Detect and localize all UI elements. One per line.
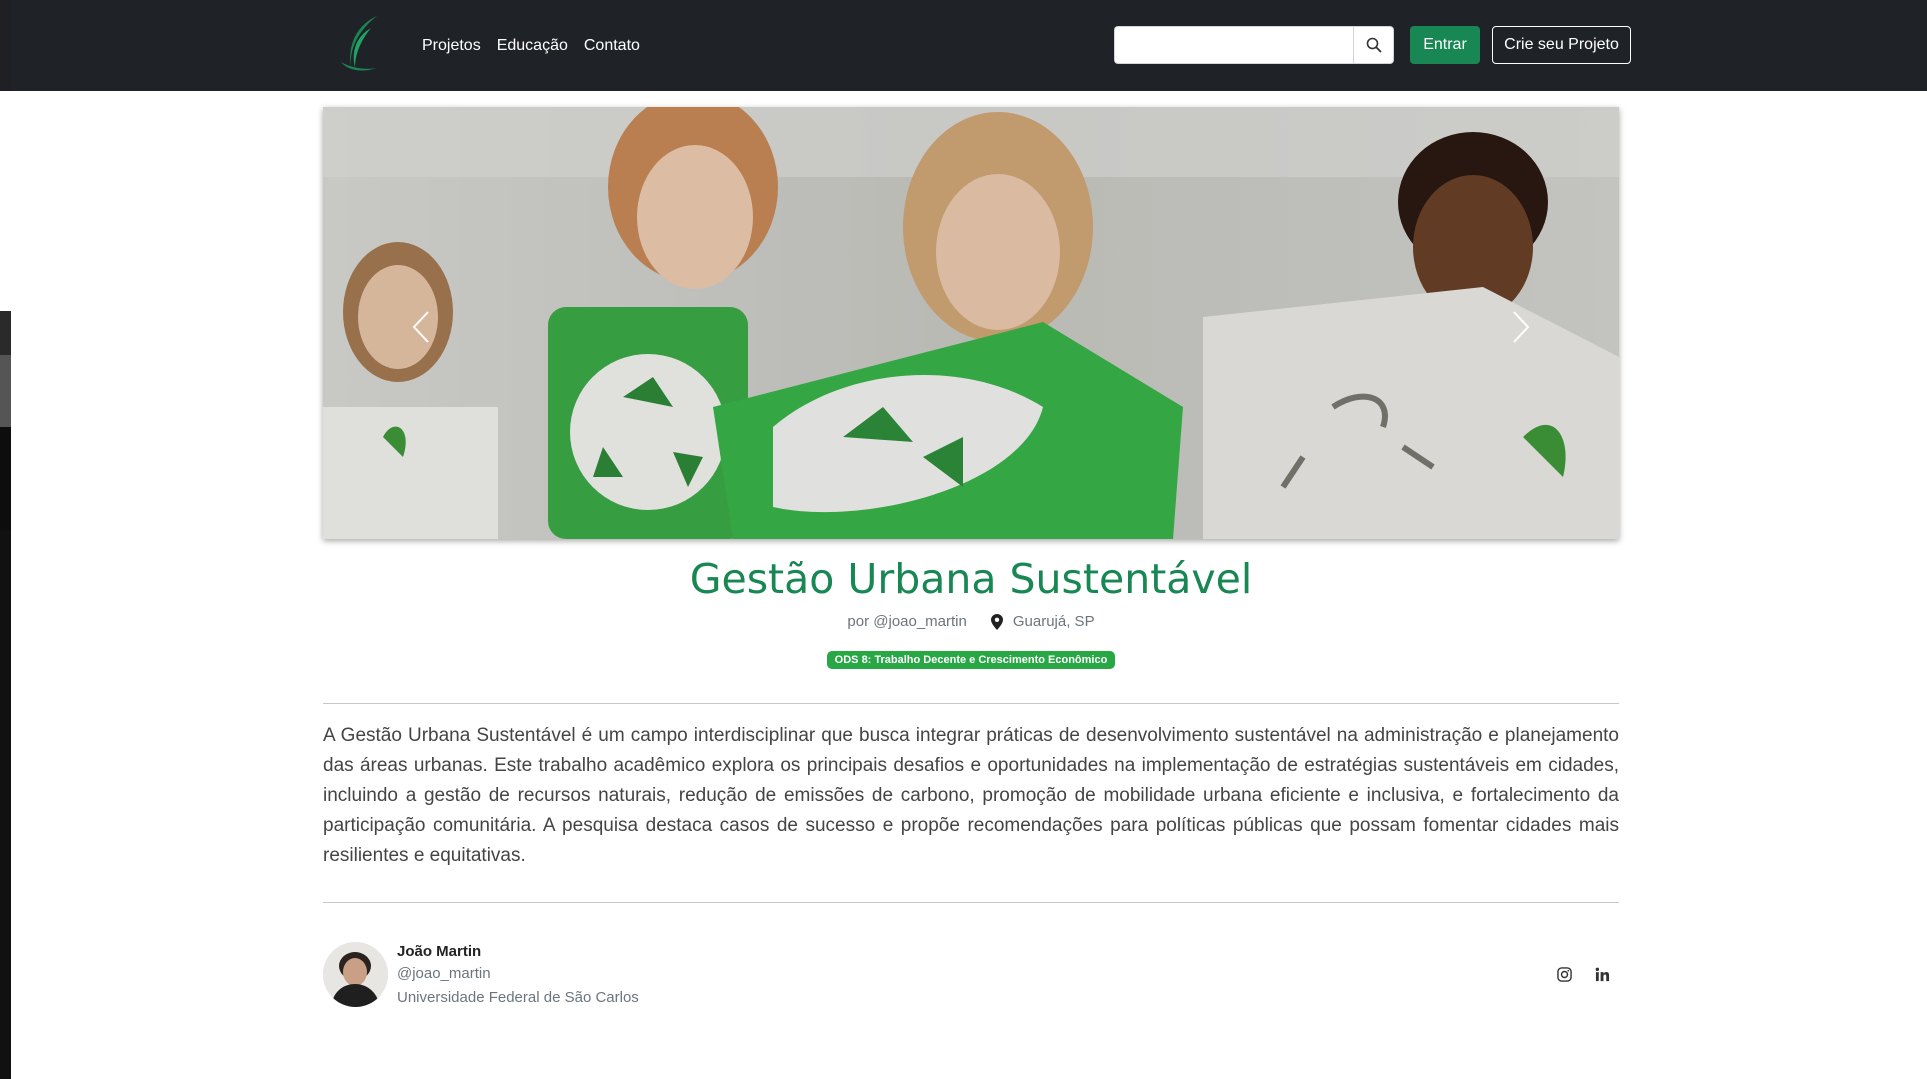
image-carousel bbox=[323, 107, 1619, 539]
ods-badge: ODS 8: Trabalho Decente e Crescimento Ec… bbox=[826, 651, 1116, 669]
search-input[interactable] bbox=[1114, 26, 1353, 64]
main-nav: Projetos Educação Contato bbox=[422, 0, 640, 91]
left-edge-strip bbox=[0, 0, 11, 1079]
author-card: João Martin @joao_martin Universidade Fe… bbox=[323, 942, 1619, 1008]
author-university: Universidade Federal de São Carlos bbox=[397, 989, 639, 1006]
project-meta: por @joao_martin Guarujá, SP bbox=[323, 613, 1619, 630]
create-project-button[interactable]: Crie seu Projeto bbox=[1492, 26, 1631, 64]
nav-link-educacao[interactable]: Educação bbox=[497, 37, 568, 55]
carousel-next-button[interactable] bbox=[1491, 297, 1551, 357]
login-button[interactable]: Entrar bbox=[1410, 26, 1480, 64]
chevron-left-icon bbox=[412, 311, 429, 343]
search-group bbox=[1114, 26, 1394, 64]
project-description: A Gestão Urbana Sustentável é um campo i… bbox=[323, 725, 1619, 866]
avatar[interactable] bbox=[323, 942, 388, 1007]
carousel-image bbox=[323, 107, 1619, 539]
carousel-prev-button[interactable] bbox=[391, 297, 451, 357]
author-handle: @joao_martin bbox=[397, 965, 491, 982]
search-icon bbox=[1366, 37, 1381, 53]
author-name: João Martin bbox=[397, 943, 482, 960]
chevron-right-icon bbox=[1513, 311, 1530, 343]
search-button[interactable] bbox=[1353, 26, 1394, 64]
nav-link-projetos[interactable]: Projetos bbox=[422, 37, 481, 55]
nav-link-contato[interactable]: Contato bbox=[584, 37, 640, 55]
linkedin-link[interactable] bbox=[1592, 964, 1612, 984]
project-location: Guarujá, SP bbox=[1012, 613, 1095, 630]
site-logo[interactable] bbox=[337, 14, 385, 72]
project-title: Gestão Urbana Sustentável bbox=[689, 555, 1253, 603]
divider-top bbox=[323, 703, 1619, 704]
divider-bottom bbox=[323, 902, 1619, 903]
instagram-link[interactable] bbox=[1554, 964, 1574, 984]
map-pin-icon bbox=[990, 613, 1003, 630]
project-author-handle: por @joao_martin bbox=[847, 613, 967, 630]
linkedin-icon bbox=[1595, 967, 1609, 981]
navbar: Projetos Educação Contato Entrar Crie se… bbox=[11, 0, 1927, 91]
instagram-icon bbox=[1556, 966, 1572, 982]
